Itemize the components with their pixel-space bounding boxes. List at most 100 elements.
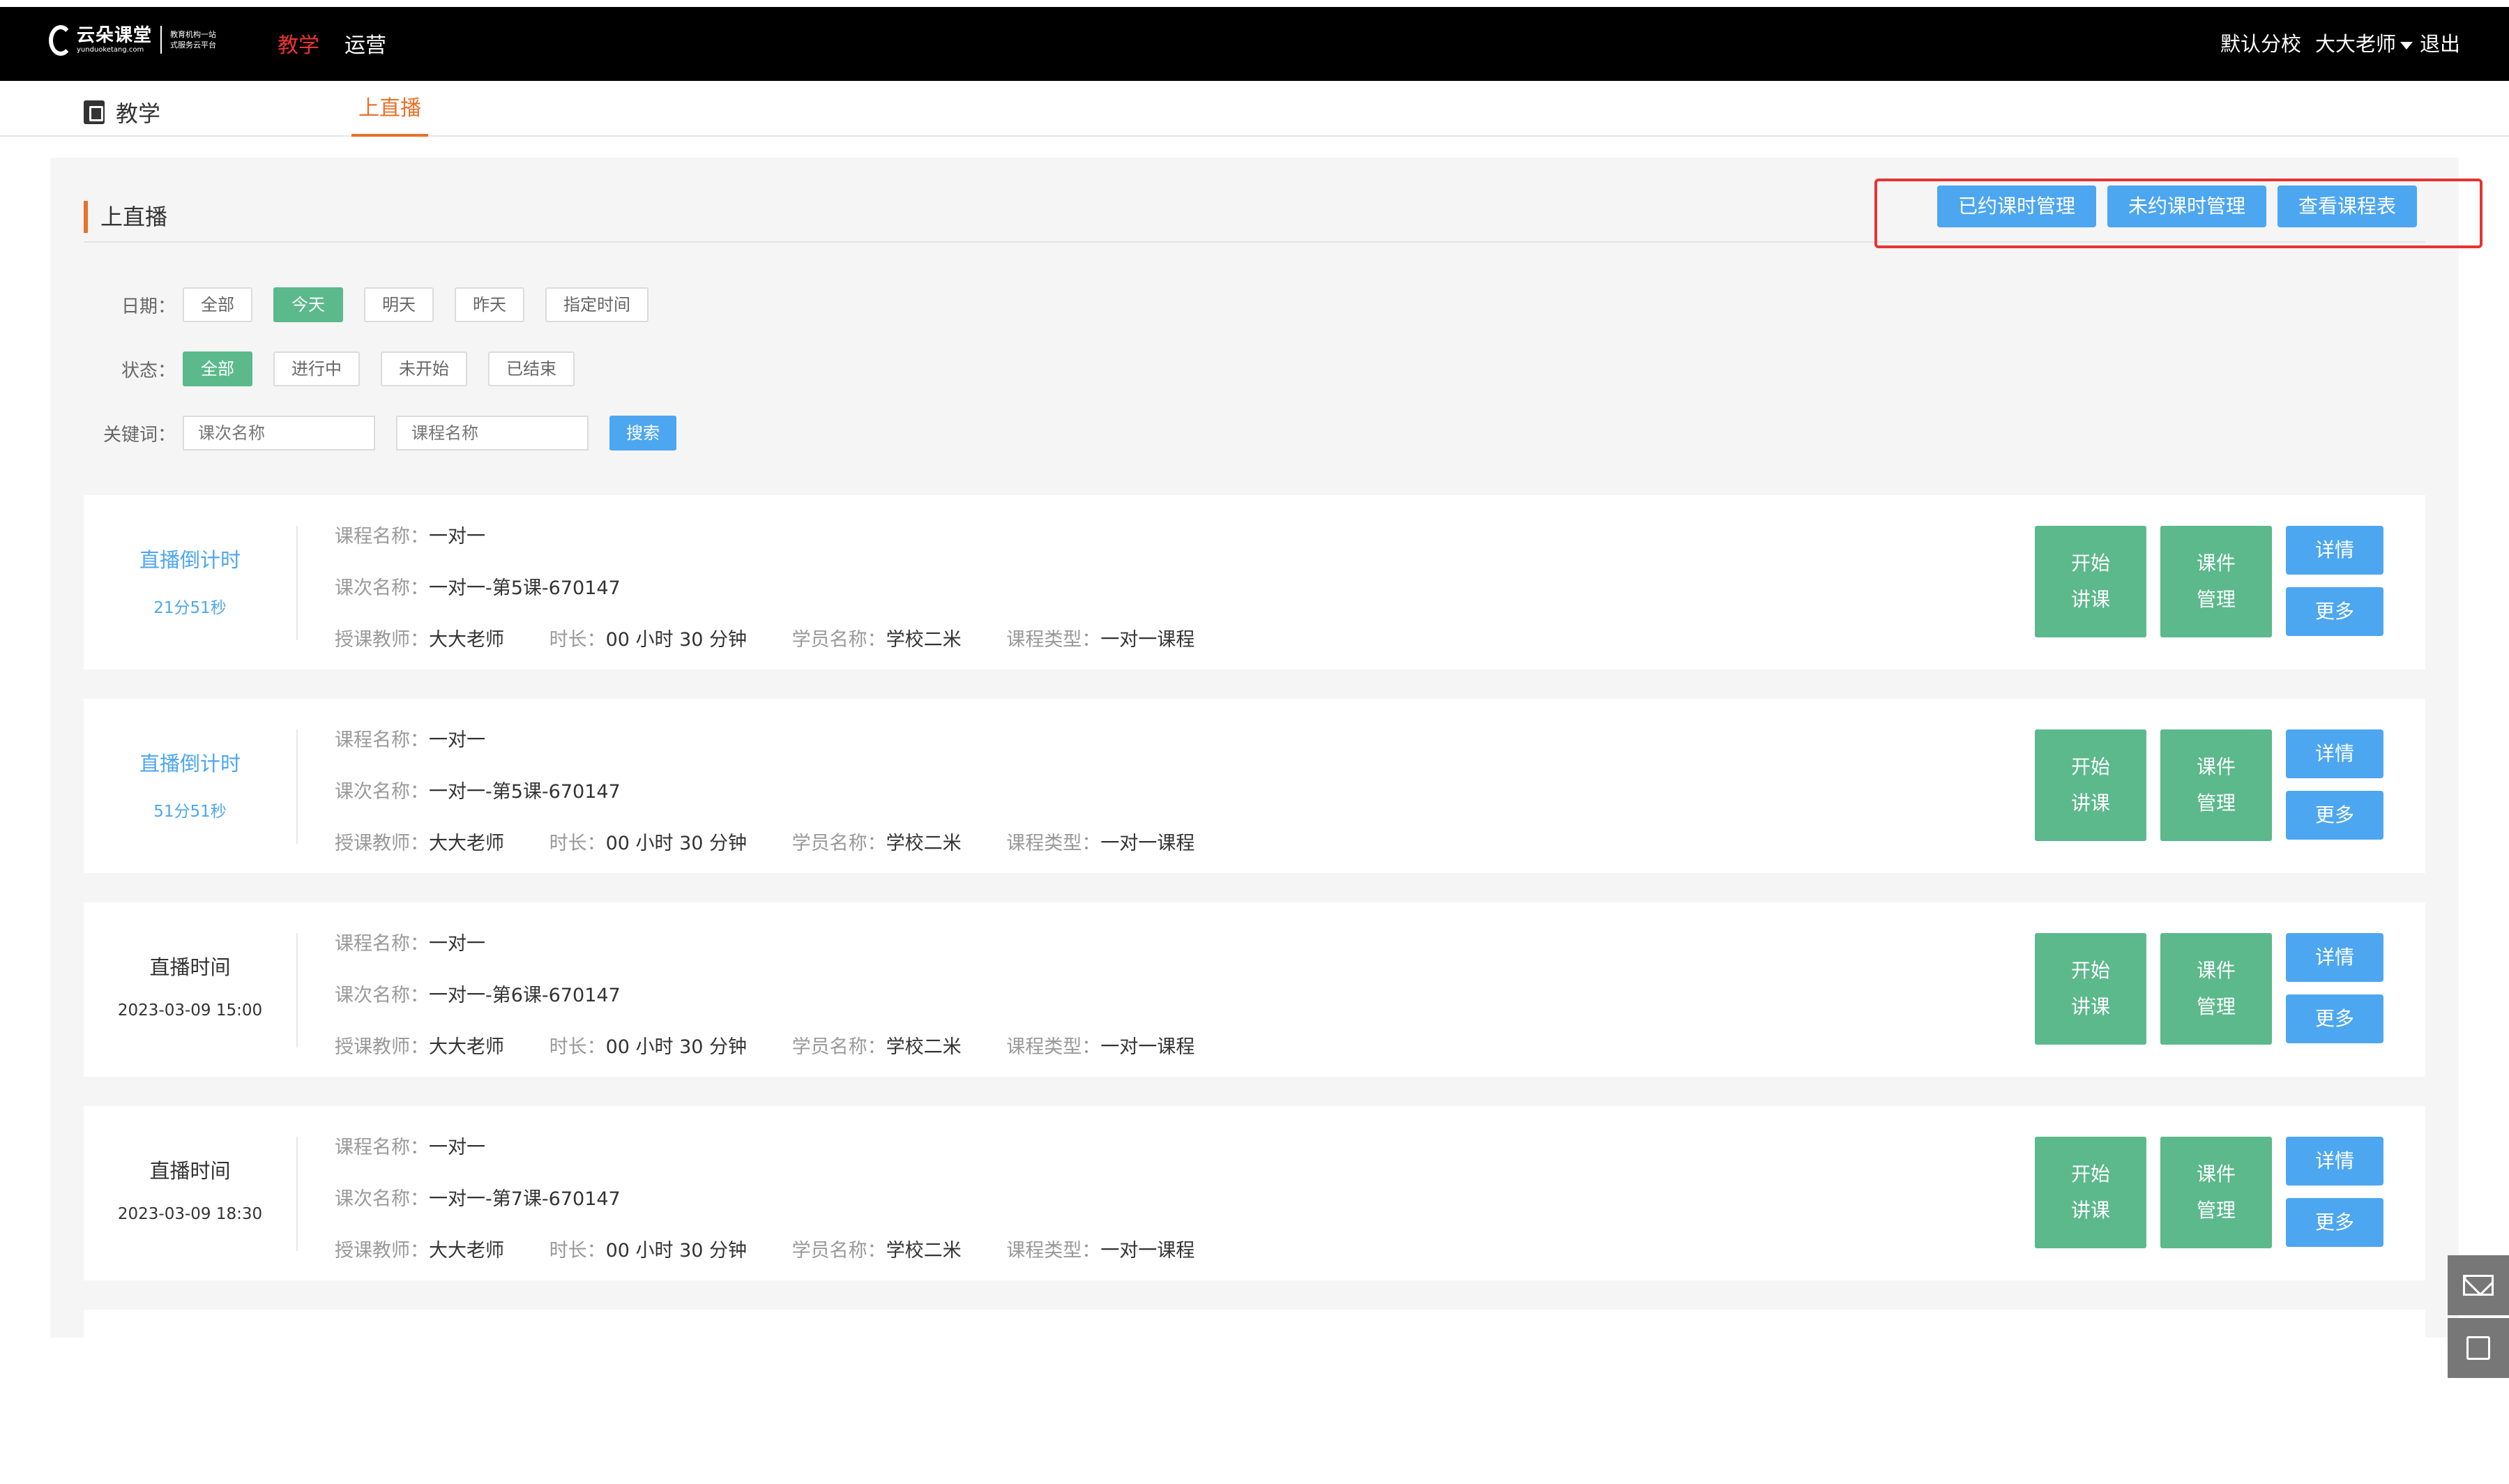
courseware-label-2: 管理 [2196,1199,2236,1222]
duration-label: 时长： [549,833,606,854]
nav-teaching[interactable]: 教学 [278,28,319,59]
start-lecture-button[interactable]: 开始 讲课 [2035,526,2146,637]
card-divider [296,1137,298,1251]
start-lecture-label-1: 开始 [2070,1163,2110,1186]
live-card: 直播倒计时 51分51秒 课程名称：一对一 课次名称：一对一-第5课-67014… [84,699,2425,873]
main-panel: 上直播 已约课时管理 未约课时管理 查看课程表 日期： 全部 今天 明天 昨天 … [50,158,2483,1484]
detail-button[interactable]: 详情 [2286,1137,2383,1186]
live-card [84,1310,2425,1484]
courseware-button[interactable]: 课件 管理 [2160,1137,2272,1248]
card-info: 课程名称：一对一 课次名称：一对一-第7课-670147 授课教师：大大老师 时… [335,1134,1234,1289]
courseware-label-1: 课件 [2196,755,2236,778]
courseware-label-1: 课件 [2196,552,2236,575]
card-info: 课程名称：一对一 课次名称：一对一-第5课-670147 授课教师：大大老师 时… [335,523,1234,678]
side-actions: 详情 更多 [2286,526,2383,637]
live-time-block: 直播倒计时 51分51秒 [84,699,296,873]
section-actions: 已约课时管理 未约课时管理 查看课程表 [1937,186,2418,227]
mail-icon [2463,1275,2494,1296]
start-lecture-label-1: 开始 [2070,755,2110,778]
session-name-value: 一对一-第5课-670147 [429,577,621,599]
booked-hours-button[interactable]: 已约课时管理 [1937,186,2097,227]
course-name-label: 课程名称： [335,1137,429,1158]
edit-icon [2466,1336,2490,1360]
date-label: 日期： [121,296,176,317]
course-name-value: 一对一 [429,729,485,751]
top-border [0,0,2509,7]
user-area: 默认分校 大大老师 退出 [2220,28,2460,57]
student-value: 学校二米 [886,1036,962,1058]
tab-live[interactable]: 上直播 [351,95,428,137]
logo-slogan: 教育机构一站 式服务云平台 [170,30,217,50]
start-lecture-label-1: 开始 [2070,959,2110,982]
nav-operations[interactable]: 运营 [344,28,386,59]
detail-button[interactable]: 详情 [2286,729,2383,778]
status-all-chip[interactable]: 全部 [183,351,252,386]
top-nav: 教学 运营 [278,28,386,59]
session-name-value: 一对一-第7课-670147 [429,1188,621,1210]
side-actions: 详情 更多 [2286,933,2383,1045]
card-actions: 开始 讲课 课件 管理 详情 更多 [2035,729,2383,841]
search-button[interactable]: 搜索 [609,416,676,450]
start-lecture-label-2: 讲课 [2070,588,2110,611]
mail-button[interactable] [2448,1255,2509,1315]
live-card: 直播时间 2023-03-09 15:00 课程名称：一对一 课次名称：一对一-… [84,902,2425,1077]
logo[interactable]: 云朵课堂 yunduoketang.com 教育机构一站 式服务云平台 [49,22,216,57]
courseware-button[interactable]: 课件 管理 [2160,526,2272,637]
edit-button[interactable] [2448,1318,2509,1378]
status-ended-chip[interactable]: 已结束 [488,351,575,386]
float-tools [2448,1255,2509,1381]
view-schedule-button[interactable]: 查看课程表 [2277,186,2418,227]
session-name-label: 课次名称： [335,985,429,1006]
course-name-input[interactable] [396,416,589,450]
course-type-value: 一对一课程 [1100,1240,1195,1262]
live-time-block: 直播时间 2023-03-09 18:30 [84,1106,296,1280]
courseware-button[interactable]: 课件 管理 [2160,729,2272,841]
start-lecture-button[interactable]: 开始 讲课 [2035,729,2146,841]
detail-button[interactable]: 详情 [2286,526,2383,575]
date-tomorrow-chip[interactable]: 明天 [364,287,434,322]
detail-button[interactable]: 详情 [2286,933,2383,982]
courseware-label-2: 管理 [2196,995,2236,1018]
start-lecture-button[interactable]: 开始 讲课 [2035,933,2146,1045]
logo-wordmark: 云朵课堂 yunduoketang.com [77,25,153,54]
start-lecture-button[interactable]: 开始 讲课 [2035,1137,2146,1248]
date-today-chip[interactable]: 今天 [273,287,343,322]
student-value: 学校二米 [886,833,962,854]
session-name-input[interactable] [183,416,375,450]
more-button[interactable]: 更多 [2286,587,2383,636]
start-lecture-label-2: 讲课 [2070,1199,2110,1222]
more-button[interactable]: 更多 [2286,791,2383,840]
more-button[interactable]: 更多 [2286,1198,2383,1247]
date-custom-chip[interactable]: 指定时间 [545,287,649,322]
courseware-button[interactable]: 课件 管理 [2160,933,2272,1045]
status-ongoing-chip[interactable]: 进行中 [273,351,360,386]
course-name-value: 一对一 [429,1137,485,1158]
student-label: 学员名称： [791,1036,886,1058]
section-title: 上直播 [84,201,167,233]
date-all-chip[interactable]: 全部 [183,287,252,322]
top-header: 云朵课堂 yunduoketang.com 教育机构一站 式服务云平台 教学 运… [0,0,2509,81]
user-menu[interactable]: 大大老师 [2315,28,2416,57]
course-type-value: 一对一课程 [1100,1036,1195,1058]
date-yesterday-chip[interactable]: 昨天 [455,287,524,322]
teacher-value: 大大老师 [429,1240,504,1262]
teacher-label: 授课教师： [335,833,429,854]
logout-link[interactable]: 退出 [2420,28,2460,57]
student-value: 学校二米 [886,1240,962,1262]
live-time-block: 直播时间 2023-03-09 15:00 [84,902,296,1077]
session-name-value: 一对一-第5课-670147 [429,781,621,803]
branch-name[interactable]: 默认分校 [2220,28,2301,57]
duration-label: 时长： [549,629,606,651]
student-label: 学员名称： [791,833,886,854]
teacher-value: 大大老师 [429,1036,504,1058]
more-button[interactable]: 更多 [2286,994,2383,1043]
unbooked-hours-button[interactable]: 未约课时管理 [2107,186,2267,227]
course-name-label: 课程名称： [335,729,429,751]
student-label: 学员名称： [791,629,886,651]
status-notstarted-chip[interactable]: 未开始 [381,351,467,386]
courseware-label-2: 管理 [2196,588,2236,611]
course-name-value: 一对一 [429,933,485,955]
live-time-value: 2023-03-09 15:00 [117,1001,263,1020]
subnav-brand: 教学 [84,96,160,128]
start-lecture-label-2: 讲课 [2070,792,2110,815]
